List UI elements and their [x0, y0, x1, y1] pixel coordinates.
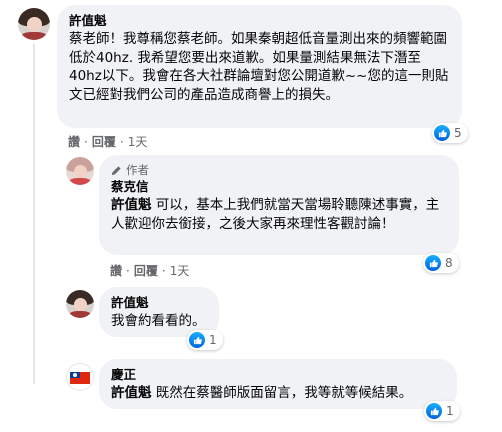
comment-bubble: 慶正 許值魁 既然在蔡醫師版面留言，我等就等候結果。 — [99, 359, 457, 409]
like-button[interactable]: 讚 — [68, 135, 80, 149]
comment-actions: 讚 · 回覆 · 1天 — [110, 264, 190, 278]
comment-bubble: 許值魁 蔡老師！我尊稱您蔡老師。如果秦朝超低音量測出來的頻響範圍低於40hz. … — [57, 5, 462, 128]
reaction-number: 8 — [445, 256, 453, 270]
reaction-count[interactable]: 1 — [187, 330, 223, 350]
like-icon — [426, 403, 442, 419]
timestamp[interactable]: 1天 — [128, 135, 148, 149]
reaction-count[interactable]: 5 — [432, 123, 468, 143]
reaction-number: 1 — [446, 404, 454, 418]
comment-author[interactable]: 許值魁 — [111, 294, 207, 311]
comment-text: 蔡老師！我尊稱您蔡老師。如果秦朝超低音量測出來的頻響範圍低於40hz. 我希望您… — [69, 31, 449, 103]
comment-text: 我會約看看的。 — [111, 313, 206, 329]
comment-actions: 讚 · 回覆 · 1天 — [68, 135, 148, 149]
timestamp[interactable]: 1天 — [170, 264, 190, 278]
thread-line — [33, 44, 35, 384]
reaction-number: 1 — [209, 333, 217, 347]
comment-text: 許值魁 既然在蔡醫師版面留言，我等就等候結果。 — [111, 385, 413, 401]
mention[interactable]: 許值魁 — [111, 197, 152, 213]
comment-author[interactable]: 蔡克信 — [111, 178, 447, 195]
taiwan-flag-icon — [70, 372, 90, 384]
avatar[interactable] — [66, 290, 94, 318]
reaction-number: 5 — [454, 126, 462, 140]
comment-author[interactable]: 慶正 — [111, 366, 445, 383]
reaction-count[interactable]: 8 — [423, 253, 459, 273]
comment-author[interactable]: 許值魁 — [69, 12, 450, 29]
comment-bubble: 作者 蔡克信 許值魁 可以，基本上我們就當天當場聆聽陳述事實，主人歡迎你去銜接，… — [99, 155, 459, 255]
like-button[interactable]: 讚 — [110, 264, 122, 278]
reaction-count[interactable]: 1 — [424, 401, 460, 421]
pencil-icon — [111, 165, 121, 175]
mention[interactable]: 許值魁 — [111, 385, 152, 401]
comment-text: 許值魁 可以，基本上我們就當天當場聆聽陳述事實，主人歡迎你去銜接，之後大家再來理… — [111, 197, 440, 232]
author-badge: 作者 — [111, 162, 447, 178]
avatar[interactable] — [66, 157, 94, 185]
avatar[interactable] — [18, 8, 50, 40]
reply-button[interactable]: 回覆 — [92, 135, 116, 149]
like-icon — [189, 332, 205, 348]
reply-button[interactable]: 回覆 — [134, 264, 158, 278]
like-icon — [434, 125, 450, 141]
avatar[interactable] — [66, 363, 94, 391]
like-icon — [425, 255, 441, 271]
